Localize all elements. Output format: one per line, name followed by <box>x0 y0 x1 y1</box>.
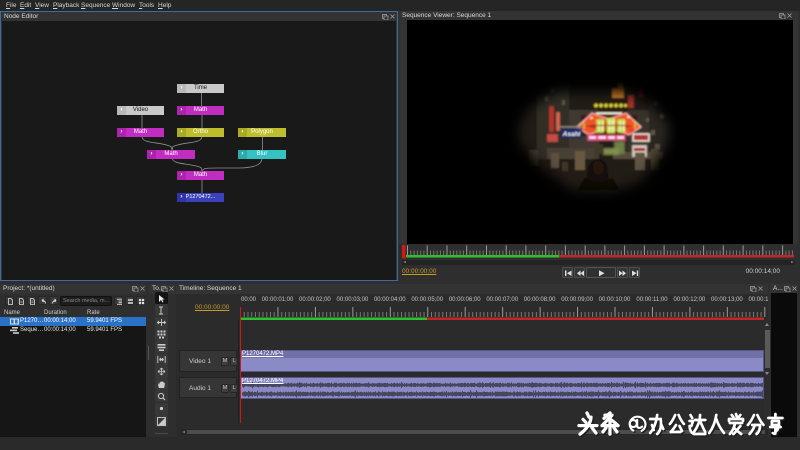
svg-text:00:00:07;00: 00:00:07;00 <box>486 297 518 303</box>
svg-text:00:00:01;00: 00:00:01;00 <box>262 297 294 303</box>
svg-text:00:00:02;00: 00:00:02;00 <box>299 297 331 303</box>
svg-text:00:00:09;00: 00:00:09;00 <box>561 297 593 303</box>
svg-text:00:00:08;00: 00:00:08;00 <box>524 297 556 303</box>
svg-text:00:00: 00:00 <box>241 297 257 303</box>
svg-text:00:00:04;00: 00:00:04;00 <box>374 297 406 303</box>
svg-text:00:00:13;00: 00:00:13;00 <box>711 297 743 303</box>
svg-text:00:00:12;00: 00:00:12;00 <box>674 297 706 303</box>
svg-text:00:00:10;00: 00:00:10;00 <box>599 297 631 303</box>
svg-text:00:00:06;00: 00:00:06;00 <box>449 297 481 303</box>
svg-text:00:00:03;00: 00:00:03;00 <box>337 297 369 303</box>
svg-text:Asahi: Asahi <box>562 131 581 138</box>
svg-text:00:00:14;00: 00:00:14;00 <box>748 297 768 303</box>
svg-text:00:00:11;00: 00:00:11;00 <box>636 297 668 303</box>
svg-text:00:00:05;00: 00:00:05;00 <box>411 297 443 303</box>
